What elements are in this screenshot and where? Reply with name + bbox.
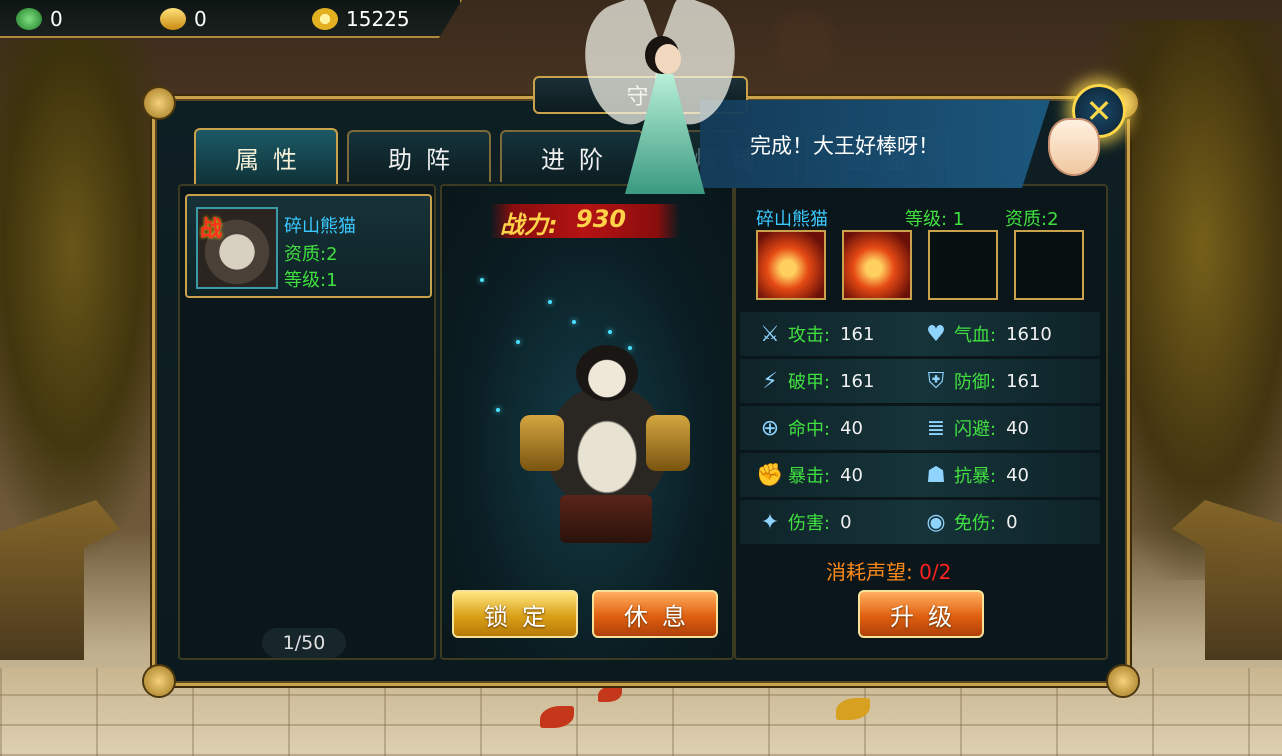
spark-icon: ✦ <box>760 509 780 535</box>
tutorial-message: 完成！大王好棒呀！ <box>750 134 939 158</box>
resource-ingot: 0 <box>160 4 207 34</box>
stat-hit: ⊕ 命中: 40 <box>756 414 863 442</box>
power-label: 战力: <box>500 211 558 239</box>
stat-armor-break: ⚡ 破甲: 161 <box>756 367 874 395</box>
dodge-icon: ≣ <box>926 415 946 441</box>
pet-info-level: 等级: 1 <box>905 209 965 230</box>
frame-corner-ornament <box>1108 666 1138 696</box>
pet-list-item-name: 碎山熊猫 <box>284 216 356 237</box>
pet-info-quality: 资质:2 <box>1005 209 1059 230</box>
crossed-swords-icon: ⚔ <box>760 321 780 347</box>
resource-coin: 15225 <box>312 4 410 34</box>
sparkle-particle <box>572 320 576 324</box>
lock-button[interactable]: 锁定 <box>452 590 578 638</box>
crosshair-icon: ⊕ <box>760 415 780 441</box>
pet-info-name: 碎山熊猫 <box>756 209 828 230</box>
pet-list-item-level: 等级:1 <box>284 270 338 291</box>
pet-avatar[interactable]: 战 <box>196 207 278 289</box>
resource-ingot-value: 0 <box>194 7 207 31</box>
resource-coin-value: 15225 <box>346 7 410 31</box>
stat-dodge: ≣ 闪避: 40 <box>922 414 1029 442</box>
fairy-head <box>655 44 681 74</box>
fist-icon: ✊ <box>756 462 784 488</box>
sparkle-particle <box>480 278 484 282</box>
gold-ingot-icon <box>160 8 186 30</box>
shield-icon: ⛨ <box>927 368 945 394</box>
panda-pet-model[interactable] <box>520 345 690 545</box>
stat-crit-resist: ☗ 抗暴: 40 <box>922 461 1029 489</box>
sparkle-particle <box>608 330 612 334</box>
stat-attack: ⚔ 攻击: 161 <box>756 320 874 348</box>
pet-list-item-quality: 资质:2 <box>284 244 338 265</box>
target-ring-icon: ◉ <box>926 509 946 535</box>
jade-icon <box>16 8 42 30</box>
stat-damage-reduction: ◉ 免伤: 0 <box>922 508 1017 536</box>
lightning-shield-icon: ⚡ <box>762 368 778 394</box>
sparkle-particle <box>548 300 552 304</box>
panda-legs <box>560 495 652 543</box>
skill-slot-4[interactable] <box>1014 230 1084 300</box>
stat-defense: ⛨ 防御: 161 <box>922 367 1041 395</box>
muscle-icon: ☗ <box>926 462 946 488</box>
reputation-cost-value: 0/2 <box>919 560 952 584</box>
resource-jade-value: 0 <box>50 7 63 31</box>
upgrade-button[interactable]: 升级 <box>858 590 984 638</box>
background-creature <box>764 4 844 84</box>
frame-corner-ornament <box>144 666 174 696</box>
panda-gauntlet-left <box>520 415 564 471</box>
heart-icon: ♥ <box>926 321 946 347</box>
coin-icon <box>312 8 338 30</box>
battle-badge: 战 <box>200 217 223 242</box>
skill-slot-2[interactable] <box>842 230 912 300</box>
tab-assist[interactable]: 助阵 <box>347 130 491 182</box>
sparkle-particle <box>496 408 500 412</box>
stat-crit: ✊ 暴击: 40 <box>756 462 863 488</box>
reputation-cost-label: 消耗声望: <box>826 560 913 584</box>
power-value: 930 <box>576 205 627 233</box>
fairy-guide <box>566 0 754 194</box>
skill-slot-3[interactable] <box>928 230 998 300</box>
panda-head <box>576 345 638 401</box>
panda-gauntlet-right <box>646 415 690 471</box>
stat-damage: ✦ 伤害: 0 <box>756 508 852 536</box>
reputation-cost: 消耗声望: 0/2 <box>826 556 951 585</box>
stat-hp: ♥ 气血: 1610 <box>922 320 1052 348</box>
background-pagoda-right <box>1172 500 1282 660</box>
resource-jade: 0 <box>16 4 63 34</box>
tab-attributes[interactable]: 属性 <box>194 128 338 184</box>
sparkle-particle <box>516 340 520 344</box>
rest-button[interactable]: 休息 <box>592 590 718 638</box>
frame-corner-ornament <box>144 88 174 118</box>
pet-list-pager: 1/50 <box>262 628 346 658</box>
skill-slot-1[interactable] <box>756 230 826 300</box>
pointing-hand-icon <box>1048 118 1100 176</box>
